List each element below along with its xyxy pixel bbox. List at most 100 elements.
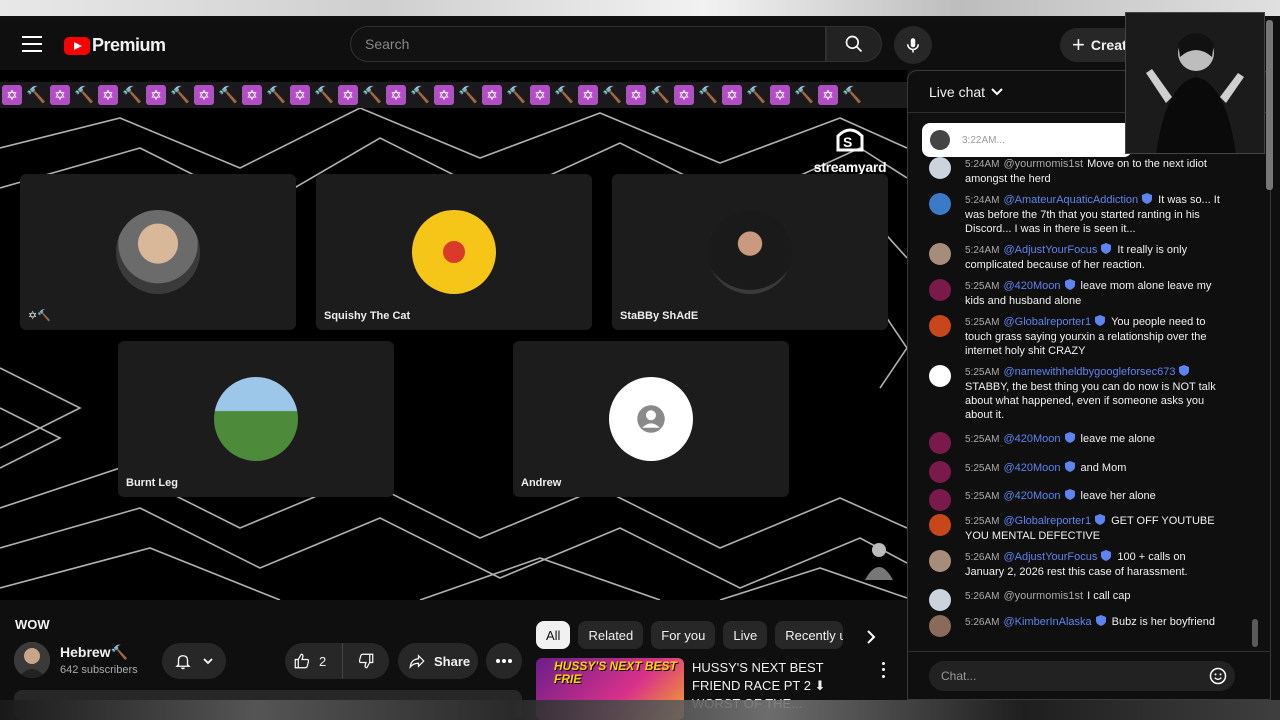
chat-author-name[interactable]: @namewithheldbygoogleforsec673	[1003, 366, 1175, 378]
chips-next-button[interactable]	[860, 626, 882, 648]
search-input[interactable]	[351, 27, 825, 61]
participant-tile: Squishy The Cat	[316, 174, 592, 330]
chip-for-you[interactable]: For you	[651, 621, 716, 649]
like-count: 2	[319, 653, 327, 669]
channel-avatar[interactable]	[14, 642, 50, 678]
chat-message-text: leave me alone	[1080, 433, 1156, 445]
notification-bell-button[interactable]	[162, 643, 226, 679]
chip-all[interactable]: All	[536, 621, 571, 649]
chat-timestamp: 5:25AM	[965, 516, 1000, 527]
star-of-david-emoji: ✡	[626, 85, 646, 105]
chat-scrollbar[interactable]	[1252, 619, 1258, 647]
participant-name: Squishy The Cat	[324, 310, 411, 322]
star-of-david-emoji: ✡	[50, 85, 70, 105]
hammer-emoji: 🔨	[266, 87, 286, 104]
hammer-emoji: 🔨	[458, 87, 478, 104]
video-player[interactable]: ✡ 🔨 ✡ 🔨 ✡ 🔨 ✡ 🔨 ✡ 🔨 ✡ 🔨 ✡ 🔨 ✡ 🔨 ✡ 🔨 ✡ 🔨 ✡ 🔨 ✡ 🔨 ✡ 🔨 ✡ 🔨 ✡ 🔨 ✡ 🔨 ✡ 🔨 ✡ 🔨 S s…	[0, 70, 907, 600]
participant-avatar	[412, 210, 496, 294]
chat-author-avatar[interactable]	[929, 550, 951, 572]
default-user-icon	[637, 405, 665, 433]
chat-author-avatar[interactable]	[929, 315, 951, 337]
chat-author-name[interactable]: @420Moon	[1003, 490, 1060, 502]
star-of-david-emoji: ✡	[818, 85, 838, 105]
dislike-button[interactable]	[343, 643, 389, 679]
more-actions-button[interactable]	[486, 643, 522, 679]
chat-author-name[interactable]: @AmateurAquaticAddiction	[1003, 194, 1138, 206]
member-shield-icon	[1095, 615, 1106, 626]
chat-author-avatar[interactable]	[929, 489, 951, 511]
participant-tile: StaBBy ShAdE	[612, 174, 888, 330]
star-of-david-emoji: ✡	[242, 85, 262, 105]
chat-author-name[interactable]: @420Moon	[1003, 280, 1060, 292]
share-label: Share	[434, 653, 471, 669]
chat-author-avatar[interactable]	[929, 589, 951, 611]
hamburger-menu-button[interactable]	[22, 36, 42, 52]
chat-messages: 5:24AM @yourmomis1st Move on to the next i…	[908, 157, 1260, 647]
chat-author-avatar[interactable]	[929, 365, 951, 387]
logo-text: Premium	[92, 35, 166, 55]
chat-author-name[interactable]: @AdjustYourFocus	[1003, 244, 1097, 256]
chat-author-avatar[interactable]	[929, 432, 951, 454]
recommendation-menu-button[interactable]	[876, 660, 890, 680]
youtube-premium-logo[interactable]: Premium	[64, 35, 166, 56]
hammer-emoji: 🔨	[698, 87, 718, 104]
chat-timestamp: 5:24AM	[965, 245, 1000, 256]
chat-author-avatar[interactable]	[929, 514, 951, 536]
star-of-david-emoji: ✡	[386, 85, 406, 105]
chat-author-avatar[interactable]	[929, 157, 951, 179]
chat-message-text: Bubz is her boyfriend	[1111, 616, 1216, 628]
pip-person-image	[1126, 13, 1264, 153]
hammer-emoji: 🔨	[74, 87, 94, 104]
star-of-david-emoji: ✡	[482, 85, 502, 105]
channel-name[interactable]: Hebrew🔨	[60, 644, 128, 661]
hammer-emoji: 🔨	[554, 87, 574, 104]
chat-author-name[interactable]: @Globalreporter1	[1003, 515, 1091, 527]
hammer-emoji: 🔨	[506, 87, 526, 104]
picture-in-picture-overlay[interactable]	[1125, 12, 1265, 154]
chip-recently-uploaded[interactable]: Recently uploaded	[775, 621, 844, 649]
participant-tile: ✡🔨	[20, 174, 296, 330]
chat-author-name[interactable]: @420Moon	[1003, 462, 1060, 474]
share-button[interactable]: Share	[398, 643, 478, 679]
emoji-icon[interactable]	[1208, 666, 1228, 686]
hammer-emoji: 🔨	[170, 87, 190, 104]
page-scrollbar[interactable]	[1266, 20, 1273, 190]
chat-timestamp: 5:26AM	[965, 591, 1000, 602]
star-of-david-emoji: ✡	[722, 85, 742, 105]
chat-author-name[interactable]: @KimberInAlaska	[1003, 616, 1091, 628]
hammer-emoji: 🔨	[650, 87, 670, 104]
chat-author-avatar[interactable]	[929, 461, 951, 483]
chat-author-avatar[interactable]	[929, 615, 951, 637]
channel-avatar-image	[14, 642, 50, 678]
chat-author-name[interactable]: @yourmomis1st	[1003, 158, 1083, 170]
chat-author-name[interactable]: @420Moon	[1003, 433, 1060, 445]
video-title: WOW	[15, 617, 50, 632]
like-button[interactable]: 2	[285, 643, 343, 679]
participant-avatar	[116, 210, 200, 294]
chat-author-avatar[interactable]	[929, 243, 951, 265]
svg-text:S: S	[843, 134, 852, 150]
chat-message-text: and Mom	[1080, 462, 1127, 474]
hammer-emoji: 🔨	[362, 87, 382, 104]
chat-input[interactable]	[929, 661, 1235, 691]
chip-related[interactable]: Related	[578, 621, 644, 649]
chat-author-avatar[interactable]	[929, 193, 951, 215]
search-button[interactable]	[826, 26, 882, 62]
chat-author-name[interactable]: @AdjustYourFocus	[1003, 551, 1097, 563]
star-of-david-emoji: ✡	[434, 85, 454, 105]
streamyard-text: streamyard	[813, 159, 887, 175]
chat-author-avatar[interactable]	[929, 279, 951, 301]
microphone-icon	[907, 38, 919, 53]
masthead: Premium + Create	[0, 20, 1280, 70]
pinned-message-banner[interactable]: 3:22AM...	[922, 123, 1132, 157]
chat-timestamp: 5:25AM	[965, 463, 1000, 474]
star-of-david-emoji: ✡	[146, 85, 166, 105]
chat-message-text: Move on to the next idiot amongst the he…	[965, 158, 1207, 185]
like-dislike-group: 2	[285, 643, 389, 679]
chevron-right-icon	[867, 630, 876, 644]
voice-search-button[interactable]	[894, 26, 932, 64]
star-of-david-emoji: ✡	[290, 85, 310, 105]
chat-author-name[interactable]: @yourmomis1st	[1003, 590, 1083, 602]
chat-author-name[interactable]: @Globalreporter1	[1003, 316, 1091, 328]
chip-live[interactable]: Live	[723, 621, 768, 649]
